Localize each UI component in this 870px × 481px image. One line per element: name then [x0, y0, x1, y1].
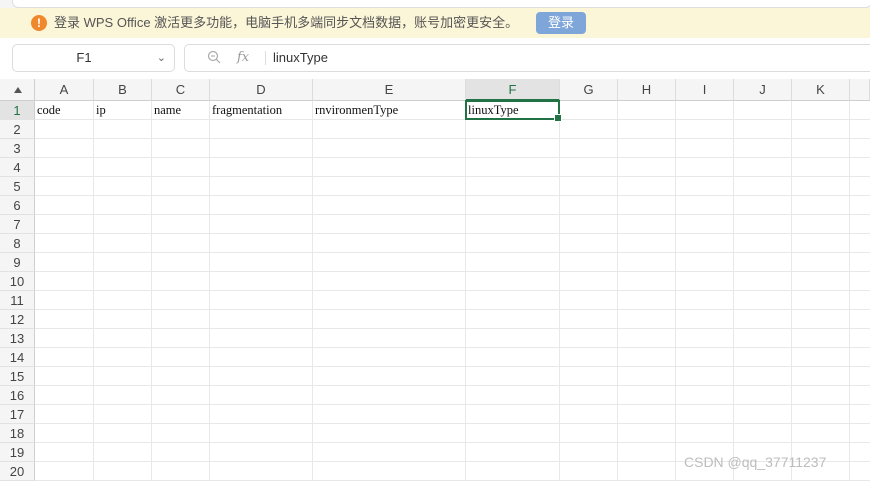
row-header-8[interactable]: 8	[0, 234, 35, 253]
fill-handle[interactable]	[554, 114, 562, 122]
row-header-14[interactable]: 14	[0, 348, 35, 367]
formula-toolbar: F1 ⌄ fx linuxType	[0, 38, 870, 78]
formula-input[interactable]: linuxType	[273, 45, 328, 71]
column-gridline	[559, 101, 560, 481]
column-header-k[interactable]: K	[792, 79, 850, 101]
cell-b1[interactable]: ip	[94, 101, 152, 120]
chevron-down-icon[interactable]: ⌄	[157, 45, 166, 71]
row-header-4[interactable]: 4	[0, 158, 35, 177]
formula-bar: fx linuxType	[184, 44, 870, 72]
row-gridline	[35, 442, 870, 443]
row-gridline	[35, 195, 870, 196]
spreadsheet-grid[interactable]: A B C D E F G H I J K 1 2 3 4 5 6 7 8 9 10 11 12 13 14 15 16 17 18 19…	[0, 79, 870, 481]
row-header-13[interactable]: 13	[0, 329, 35, 348]
cell-a1[interactable]: code	[35, 101, 94, 120]
select-all-corner[interactable]	[0, 79, 35, 101]
name-box[interactable]: F1 ⌄	[12, 44, 175, 72]
row-header-2[interactable]: 2	[0, 120, 35, 139]
column-header-b[interactable]: B	[94, 79, 152, 101]
row-header-12[interactable]: 12	[0, 310, 35, 329]
formula-divider	[265, 51, 266, 65]
row-gridline	[35, 385, 870, 386]
column-gridline	[733, 101, 734, 481]
row-header-7[interactable]: 7	[0, 215, 35, 234]
cell-e1[interactable]: rnvironmenType	[313, 101, 466, 120]
row-gridline	[35, 233, 870, 234]
row-header-5[interactable]: 5	[0, 177, 35, 196]
row-header-10[interactable]: 10	[0, 272, 35, 291]
column-gridline	[849, 101, 850, 481]
row-gridline	[35, 157, 870, 158]
column-header-g[interactable]: G	[560, 79, 618, 101]
column-gridline	[209, 101, 210, 481]
column-header-f[interactable]: F	[466, 79, 560, 101]
column-gridline	[151, 101, 152, 481]
column-header-d[interactable]: D	[210, 79, 313, 101]
active-cell-selection[interactable]	[465, 100, 562, 122]
column-header-c[interactable]: C	[152, 79, 210, 101]
fx-icon[interactable]: fx	[237, 45, 249, 71]
row-header-15[interactable]: 15	[0, 367, 35, 386]
row-gridline	[35, 271, 870, 272]
warning-icon: !	[31, 15, 47, 31]
column-gridline	[93, 101, 94, 481]
row-gridline	[35, 214, 870, 215]
row-gridline	[35, 347, 870, 348]
row-gridline	[35, 404, 870, 405]
column-header-j[interactable]: J	[734, 79, 792, 101]
zoom-search-icon[interactable]	[207, 50, 221, 64]
row-header-11[interactable]: 11	[0, 291, 35, 310]
row-header-3[interactable]: 3	[0, 139, 35, 158]
row-header-9[interactable]: 9	[0, 253, 35, 272]
row-gridline	[35, 138, 870, 139]
watermark: CSDN @qq_37711237	[684, 454, 827, 470]
column-gridline	[465, 101, 466, 481]
row-header-17[interactable]: 17	[0, 405, 35, 424]
row-gridline	[35, 252, 870, 253]
window-top-edge	[12, 0, 870, 8]
cell-d1[interactable]: fragmentation	[210, 101, 313, 120]
column-gridline	[617, 101, 618, 481]
row-gridline	[35, 309, 870, 310]
column-gridline	[312, 101, 313, 481]
column-gridline	[675, 101, 676, 481]
row-gridline	[35, 290, 870, 291]
row-header-19[interactable]: 19	[0, 443, 35, 462]
row-gridline	[35, 328, 870, 329]
cell-c1[interactable]: name	[152, 101, 210, 120]
login-banner: ! 登录 WPS Office 激活更多功能，电脑手机多端同步文档数据，账号加密…	[0, 8, 870, 38]
row-header-20[interactable]: 20	[0, 462, 35, 481]
login-button[interactable]: 登录	[536, 12, 586, 34]
column-header-h[interactable]: H	[618, 79, 676, 101]
row-header-1[interactable]: 1	[0, 101, 35, 120]
row-header-6[interactable]: 6	[0, 196, 35, 215]
row-gridline	[35, 176, 870, 177]
row-header-16[interactable]: 16	[0, 386, 35, 405]
banner-message: 登录 WPS Office 激活更多功能，电脑手机多端同步文档数据，账号加密更安…	[54, 15, 519, 30]
window-top-strip	[0, 0, 870, 8]
row-gridline	[35, 366, 870, 367]
column-header-e[interactable]: E	[313, 79, 466, 101]
row-header-18[interactable]: 18	[0, 424, 35, 443]
column-header-filler	[850, 79, 870, 101]
column-gridline	[791, 101, 792, 481]
column-header-i[interactable]: I	[676, 79, 734, 101]
name-box-value: F1	[76, 50, 92, 65]
select-all-icon	[14, 87, 22, 93]
row-gridline	[35, 423, 870, 424]
column-header-a[interactable]: A	[35, 79, 94, 101]
